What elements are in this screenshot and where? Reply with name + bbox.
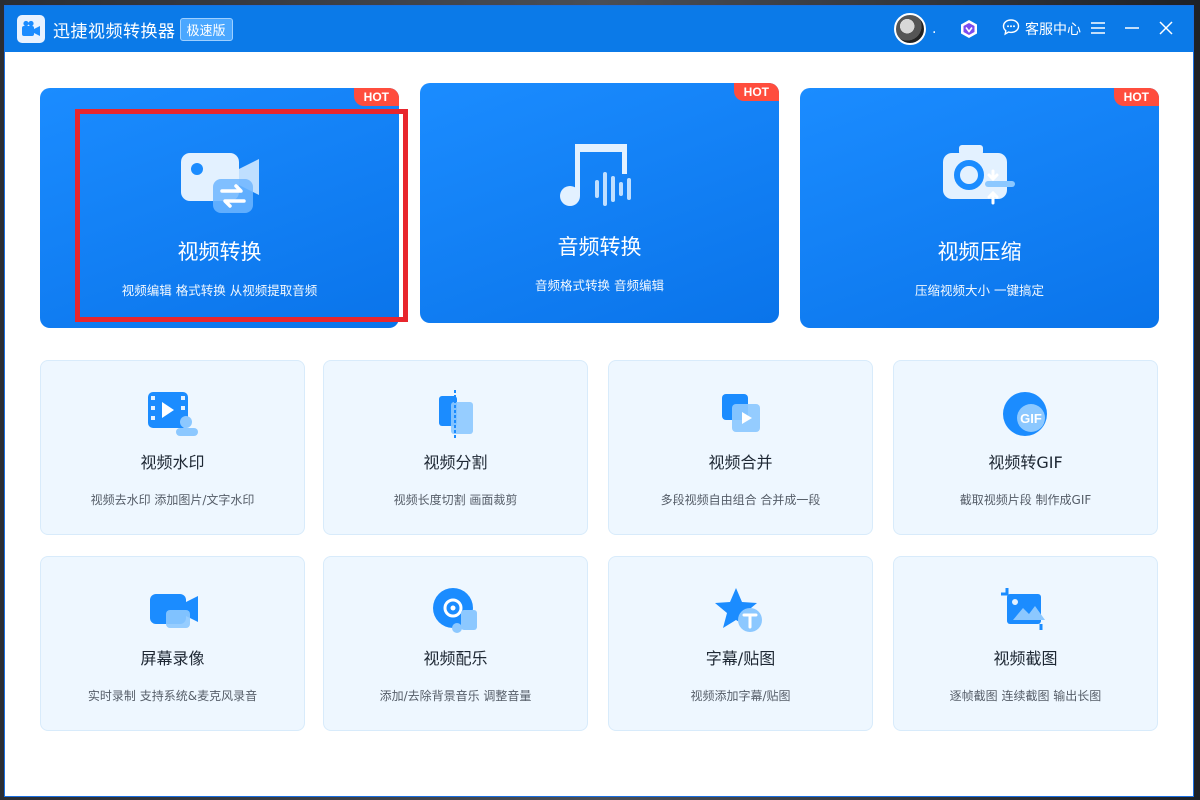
tool-title: 视频分割: [423, 453, 488, 472]
username[interactable]: .: [932, 21, 942, 37]
tool-video-merge[interactable]: 视频合并 多段视频自由组合 合并成一段: [608, 360, 873, 535]
tool-video-to-gif[interactable]: GIF 视频转GIF 截取视频片段 制作成GIF: [893, 360, 1158, 535]
card-title: 音频转换: [557, 235, 642, 259]
svg-text:GIF: GIF: [1020, 411, 1042, 426]
tool-video-screenshot[interactable]: 视频截图 逐帧截图 连续截图 输出长图: [893, 556, 1158, 731]
menu-button[interactable]: [1081, 14, 1115, 44]
hot-badge: HOT: [733, 83, 779, 101]
minimize-icon: [1124, 20, 1140, 39]
hot-badge: HOT: [353, 88, 399, 106]
close-icon: [1159, 20, 1173, 39]
music-note-icon: [552, 131, 648, 221]
tool-video-watermark[interactable]: 视频水印 视频去水印 添加图片/文字水印: [40, 360, 305, 535]
card-desc: 视频编辑 格式转换 从视频提取音频: [121, 283, 318, 298]
gif-icon: GIF: [998, 389, 1054, 439]
audio-convert-card[interactable]: HOT 音频转换 音频格式转换 音频编辑: [420, 83, 779, 323]
tool-desc: 视频添加字幕/贴图: [690, 689, 791, 703]
video-convert-icon: [172, 136, 268, 226]
tool-title: 视频配乐: [423, 649, 488, 668]
vip-diamond-icon[interactable]: [958, 18, 980, 40]
tool-title: 视频合并: [708, 453, 773, 472]
close-button[interactable]: [1149, 14, 1183, 44]
card-desc: 音频格式转换 音频编辑: [535, 278, 664, 293]
featured-tools: HOT 视频转换 视频编辑 格式转换 从视频提取音频 HOT 音频转换 音频格式…: [40, 83, 1160, 330]
tool-desc: 视频长度切割 画面裁剪: [393, 493, 518, 507]
tool-video-music[interactable]: 视频配乐 添加/去除背景音乐 调整音量: [323, 556, 588, 731]
camera-compress-icon: [932, 136, 1028, 226]
customer-service-button[interactable]: 客服中心: [1002, 18, 1081, 40]
hot-badge: HOT: [1113, 88, 1159, 106]
hamburger-menu-icon: [1090, 20, 1106, 39]
tool-desc: 实时录制 支持系统&麦克风录音: [87, 689, 258, 703]
tool-subtitle-sticker[interactable]: 字幕/贴图 视频添加字幕/贴图: [608, 556, 873, 731]
tool-title: 视频水印: [140, 453, 205, 472]
app-window: 迅捷视频转换器 极速版 . 客服中心 HOT 视频转换 视频编辑 格式转换 从视…: [4, 5, 1194, 797]
avatar[interactable]: [894, 13, 926, 45]
minimize-button[interactable]: [1115, 14, 1149, 44]
tool-title: 屏幕录像: [140, 649, 205, 668]
star-text-icon: [713, 585, 769, 635]
tool-desc: 多段视频自由组合 合并成一段: [660, 493, 821, 507]
tool-desc: 视频去水印 添加图片/文字水印: [90, 493, 255, 507]
tool-desc: 截取视频片段 制作成GIF: [959, 493, 1092, 507]
tool-title: 视频截图: [993, 649, 1058, 668]
chat-bubble-icon: [1002, 18, 1020, 40]
film-watermark-icon: [145, 389, 201, 439]
tool-desc: 添加/去除背景音乐 调整音量: [379, 689, 532, 703]
tool-desc: 逐帧截图 连续截图 输出长图: [949, 689, 1102, 703]
screen-record-icon: [145, 585, 201, 635]
app-title: 迅捷视频转换器: [53, 21, 176, 42]
screenshot-icon: [998, 585, 1054, 635]
card-title: 视频压缩: [937, 240, 1022, 264]
card-title: 视频转换: [177, 240, 262, 264]
title-bar[interactable]: 迅捷视频转换器 极速版 . 客服中心: [5, 6, 1193, 52]
tool-video-split[interactable]: 视频分割 视频长度切割 画面裁剪: [323, 360, 588, 535]
tool-title: 字幕/贴图: [705, 649, 776, 668]
app-logo-icon: [17, 15, 45, 43]
customer-service-label: 客服中心: [1025, 22, 1081, 38]
tool-title: 视频转GIF: [988, 453, 1063, 472]
card-desc: 压缩视频大小 一键搞定: [915, 283, 1044, 298]
edition-badge: 极速版: [179, 17, 233, 41]
video-compress-card[interactable]: HOT 视频压缩 压缩视频大小 一键搞定: [800, 88, 1159, 328]
split-icon: [428, 389, 484, 439]
tool-screen-record[interactable]: 屏幕录像 实时录制 支持系统&麦克风录音: [40, 556, 305, 731]
disc-music-icon: [428, 585, 484, 635]
video-convert-card[interactable]: HOT 视频转换 视频编辑 格式转换 从视频提取音频: [40, 88, 399, 328]
merge-icon: [713, 389, 769, 439]
